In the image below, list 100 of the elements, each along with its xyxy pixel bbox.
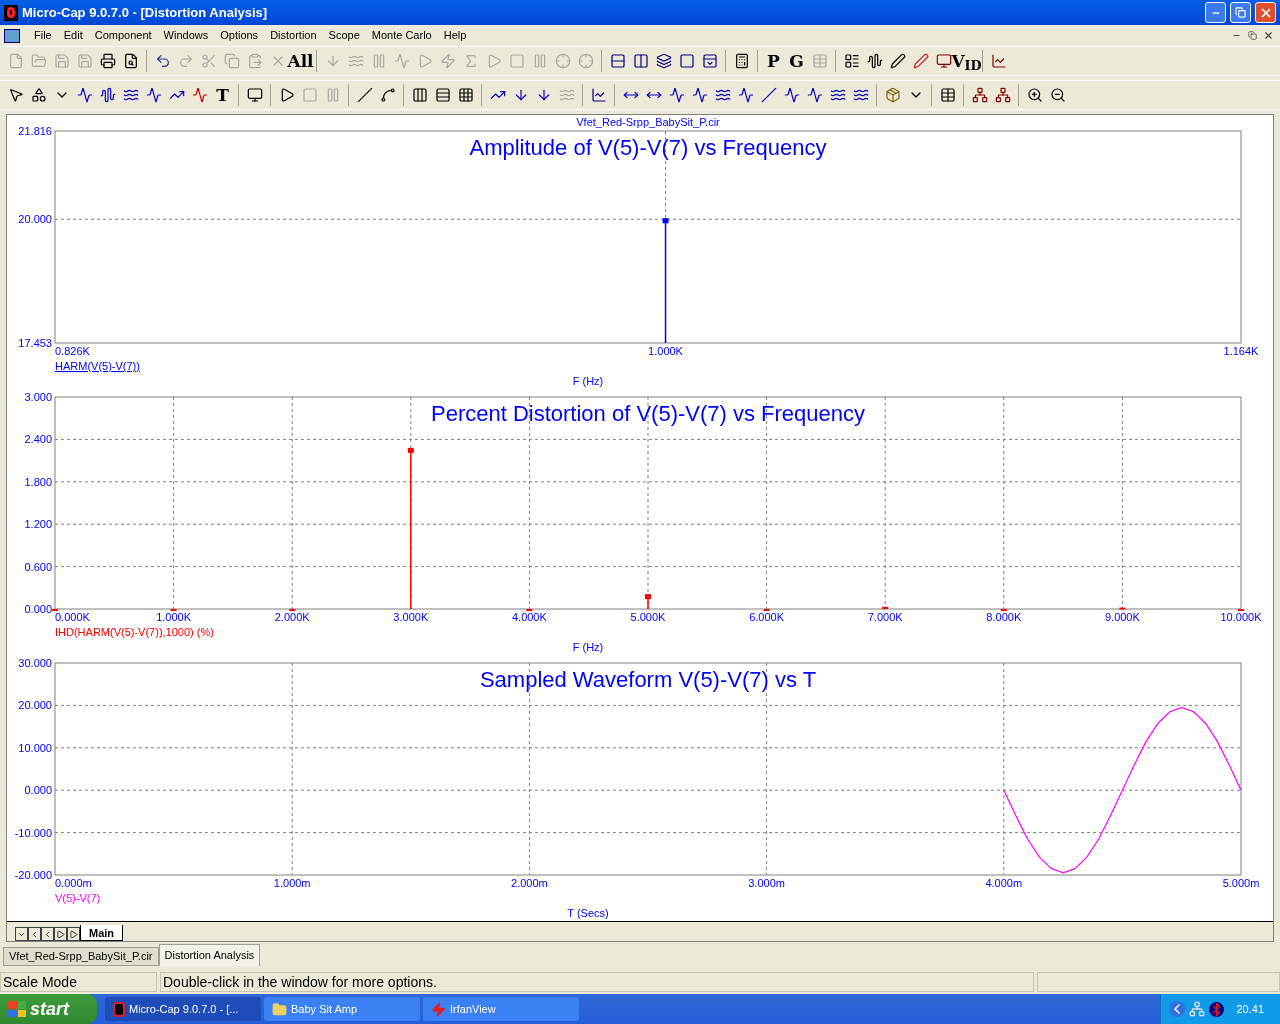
print-preview-icon	[122, 53, 139, 69]
bluetooth-icon	[1209, 1001, 1225, 1017]
curve-icon	[76, 87, 93, 103]
menu-item[interactable]: Scope	[322, 27, 366, 44]
y-tick-label: -10.000	[14, 826, 52, 839]
x-axis-label: T (Secs)	[567, 907, 609, 919]
split-columns-icon	[632, 53, 649, 69]
point-line-icon	[379, 87, 396, 103]
y-tick-label: 3.000	[24, 391, 52, 403]
grid-rows-icon	[434, 87, 451, 103]
wave-icon	[558, 87, 575, 103]
taskbar-button[interactable]: Micro-Cap 9.0.7.0 - [...	[105, 997, 261, 1021]
document-tab[interactable]: Vfet_Red-Srpp_BabySit_P.cir	[3, 947, 159, 966]
y-tick-label: 21.816	[18, 125, 52, 137]
undo-icon	[154, 53, 171, 69]
sheet-tab[interactable]: Main	[80, 925, 124, 941]
y-tick-label: 0.000	[24, 603, 52, 615]
package-icon	[884, 87, 901, 103]
sheet-nav-button[interactable]	[28, 927, 41, 941]
x-tick-label: 4.000m	[985, 877, 1023, 889]
restore-button[interactable]	[1230, 2, 1251, 23]
sheet-nav-button[interactable]	[67, 927, 80, 941]
harmonic-stem	[289, 609, 296, 611]
menu-item[interactable]: Distortion	[264, 27, 323, 44]
menu-item[interactable]: Monte Carlo	[365, 27, 438, 44]
x-tick-label: 4.000K	[511, 611, 547, 623]
window-title: Micro-Cap 9.0.7.0 - [Distortion Analysis]	[22, 3, 269, 22]
slope-icon	[760, 87, 777, 103]
y-tick-label: 0.600	[24, 560, 52, 573]
x-tick-label: 5.000m	[1222, 877, 1260, 889]
taskbar-button[interactable]: Baby Sit Amp	[264, 997, 420, 1021]
function-icon	[191, 87, 208, 103]
text-tool-button[interactable]: T	[211, 83, 234, 107]
paste-icon	[246, 53, 263, 69]
table-icon	[939, 87, 956, 103]
scissors-icon	[200, 53, 217, 69]
taskbar-button[interactable]: IrfanView	[423, 997, 579, 1021]
document-tab[interactable]: Distortion Analysis	[158, 944, 261, 966]
curve-icon	[145, 87, 162, 103]
x-tick-label: 1.000m	[273, 877, 311, 889]
harmonic-stem	[170, 609, 177, 611]
x-tick-label: 0.826K	[55, 345, 90, 357]
tile-icon	[701, 53, 718, 69]
x-axis-label: F (Hz)	[572, 375, 604, 387]
status-mode: Scale Mode	[0, 972, 157, 992]
chart-title: Amplitude of V(5)-V(7) vs Frequency	[469, 135, 827, 160]
series-legend: V(5)-V(7)	[55, 892, 101, 904]
x-tick-label: 1.164K	[1223, 345, 1259, 357]
save-icon	[53, 53, 70, 69]
menu-item[interactable]: Options	[214, 27, 265, 44]
chart-icon	[990, 53, 1007, 69]
g-button[interactable]: G	[785, 49, 808, 73]
menu-item[interactable]: Windows	[157, 27, 215, 44]
grid-icon	[457, 87, 474, 103]
y-tick-label: 1.800	[24, 475, 52, 488]
y-tick-label: 30.000	[18, 657, 52, 669]
x-tick-label: 8.000K	[986, 611, 1022, 623]
folder-icon	[30, 53, 47, 69]
minimize-button[interactable]	[1205, 2, 1226, 23]
menu-item[interactable]: File	[28, 27, 58, 44]
menu-item[interactable]: Edit	[57, 27, 89, 44]
menu-item[interactable]: Help	[437, 27, 473, 44]
menu-item[interactable]: Component	[88, 27, 158, 44]
printer-icon	[99, 53, 116, 69]
x-tick-label: 10.000K	[1220, 611, 1262, 623]
x-tick-label: 1.000K	[156, 611, 192, 623]
harmonic-stem	[1119, 607, 1126, 610]
list-icon	[843, 53, 860, 69]
close-icon	[1262, 30, 1274, 41]
y-tick-label: 20.000	[18, 699, 52, 712]
curve-icon	[783, 87, 800, 103]
curve-icon	[806, 87, 823, 103]
wave-icon	[866, 53, 883, 69]
restore-icon	[1247, 31, 1257, 40]
stop-icon	[301, 87, 318, 103]
status-message: Double-click in the window for more options.	[160, 972, 1034, 992]
sheet-nav-button[interactable]	[15, 927, 28, 941]
y-tick-label: 1.200	[24, 518, 52, 531]
chart-title: Sampled Waveform V(5)-V(7) vs T	[479, 667, 817, 692]
select-all-button[interactable]: All	[289, 49, 312, 73]
sheet-nav-button[interactable]	[54, 927, 67, 941]
app-logo-icon	[4, 4, 18, 21]
x-tick-label: 7.000K	[867, 611, 903, 623]
network-icon	[1189, 1001, 1206, 1017]
harmonic-stem	[1238, 609, 1244, 611]
zoom-out-icon	[1049, 87, 1066, 103]
x-tick-label: 5.000K	[630, 611, 666, 623]
window-icon	[678, 53, 695, 69]
start-button[interactable]: start	[0, 994, 97, 1024]
chart-icon	[590, 87, 607, 103]
x-tick-label: 6.000K	[749, 611, 785, 623]
x-tick-label: 2.000m	[511, 877, 548, 889]
sheet-nav-button[interactable]	[41, 927, 54, 941]
y-tick-label: 2.400	[24, 433, 52, 446]
file-name: Vfet_Red-Srpp_BabySit_P.cir	[576, 116, 720, 128]
copy-icon	[223, 53, 240, 69]
close-button[interactable]	[1255, 2, 1276, 23]
x-axis-label: F (Hz)	[572, 641, 604, 653]
zoom-in-icon	[1026, 87, 1043, 103]
p-button[interactable]: P	[762, 49, 785, 73]
